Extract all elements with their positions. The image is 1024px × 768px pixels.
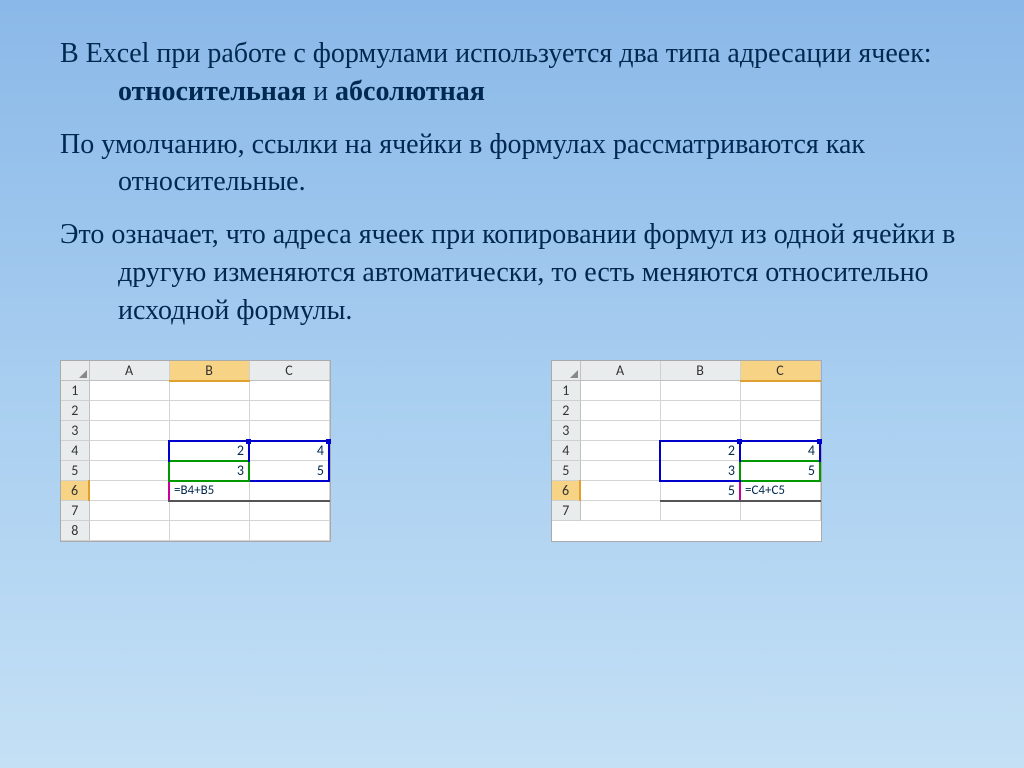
paragraph-1: В Excel при работе с формулами используе… (60, 35, 964, 111)
cell[interactable] (580, 441, 660, 461)
row-header-4[interactable]: 4 (552, 441, 580, 461)
cell[interactable] (169, 521, 249, 541)
p1-mid: и (306, 76, 335, 107)
excel-sheet-1: A B C 1 2 3 (60, 360, 331, 543)
cell[interactable] (89, 421, 169, 441)
cell-b6[interactable]: 5 (660, 481, 740, 501)
cell[interactable] (580, 381, 660, 401)
col-header-a[interactable]: A (580, 361, 660, 381)
cell[interactable] (169, 381, 249, 401)
cell[interactable] (89, 461, 169, 481)
cell[interactable] (580, 401, 660, 421)
cell-b5[interactable]: 3 (660, 461, 740, 481)
cell[interactable] (169, 421, 249, 441)
row-header-3[interactable]: 3 (552, 421, 580, 441)
cell-b6-formula[interactable]: =B4+B5 (169, 481, 249, 501)
col-header-b[interactable]: B (660, 361, 740, 381)
cell[interactable] (89, 401, 169, 421)
row-header-2[interactable]: 2 (552, 401, 580, 421)
slide: В Excel при работе с формулами используе… (0, 0, 1024, 562)
cell-c4[interactable]: 4 (249, 441, 329, 461)
cell[interactable] (249, 481, 329, 501)
cell-b4[interactable]: 2 (660, 441, 740, 461)
cell[interactable] (580, 481, 660, 501)
cell[interactable] (660, 381, 740, 401)
select-all-corner[interactable] (552, 361, 580, 381)
cell[interactable] (660, 501, 740, 521)
cell[interactable] (89, 481, 169, 501)
cell[interactable] (89, 381, 169, 401)
row-header-7[interactable]: 7 (61, 501, 89, 521)
row-header-1[interactable]: 1 (552, 381, 580, 401)
col-header-b[interactable]: B (169, 361, 249, 381)
cell[interactable] (740, 501, 820, 521)
paragraph-2: По умолчанию, ссылки на ячейки в формула… (60, 126, 964, 202)
cell[interactable] (580, 461, 660, 481)
cell-c5[interactable]: 5 (740, 461, 820, 481)
cell-b4[interactable]: 2 (169, 441, 249, 461)
cell[interactable] (580, 421, 660, 441)
cell[interactable] (740, 381, 820, 401)
cell-b5[interactable]: 3 (169, 461, 249, 481)
row-header-2[interactable]: 2 (61, 401, 89, 421)
cell[interactable] (249, 401, 329, 421)
cell[interactable] (660, 421, 740, 441)
cell[interactable] (249, 501, 329, 521)
cell[interactable] (740, 401, 820, 421)
cell[interactable] (249, 421, 329, 441)
cell[interactable] (169, 501, 249, 521)
row-header-5[interactable]: 5 (552, 461, 580, 481)
row-header-7[interactable]: 7 (552, 501, 580, 521)
row-header-1[interactable]: 1 (61, 381, 89, 401)
row-header-5[interactable]: 5 (61, 461, 89, 481)
cell[interactable] (89, 501, 169, 521)
p1-text-a: В Excel при работе с формулами используе… (60, 38, 932, 69)
cell[interactable] (660, 401, 740, 421)
cell[interactable] (89, 441, 169, 461)
p1-bold-2: абсолютная (335, 76, 485, 107)
cell[interactable] (740, 421, 820, 441)
excel-sheet-2: A B C 1 2 3 (551, 360, 822, 543)
cell-c6-formula[interactable]: =C4+C5 (740, 481, 820, 501)
cell[interactable] (249, 521, 329, 541)
cell[interactable] (169, 401, 249, 421)
cell[interactable] (249, 381, 329, 401)
row-header-3[interactable]: 3 (61, 421, 89, 441)
cell[interactable] (89, 521, 169, 541)
tables-container: A B C 1 2 3 (60, 360, 964, 543)
paragraph-3: Это означает, что адреса ячеек при копир… (60, 216, 964, 329)
cell[interactable] (580, 501, 660, 521)
cell-c5[interactable]: 5 (249, 461, 329, 481)
col-header-c[interactable]: C (249, 361, 329, 381)
p1-bold-1: относительная (118, 76, 306, 107)
col-header-a[interactable]: A (89, 361, 169, 381)
row-header-6[interactable]: 6 (61, 481, 89, 501)
row-header-8[interactable]: 8 (61, 521, 89, 541)
select-all-corner[interactable] (61, 361, 89, 381)
row-header-6[interactable]: 6 (552, 481, 580, 501)
cell-c4[interactable]: 4 (740, 441, 820, 461)
col-header-c[interactable]: C (740, 361, 820, 381)
row-header-4[interactable]: 4 (61, 441, 89, 461)
